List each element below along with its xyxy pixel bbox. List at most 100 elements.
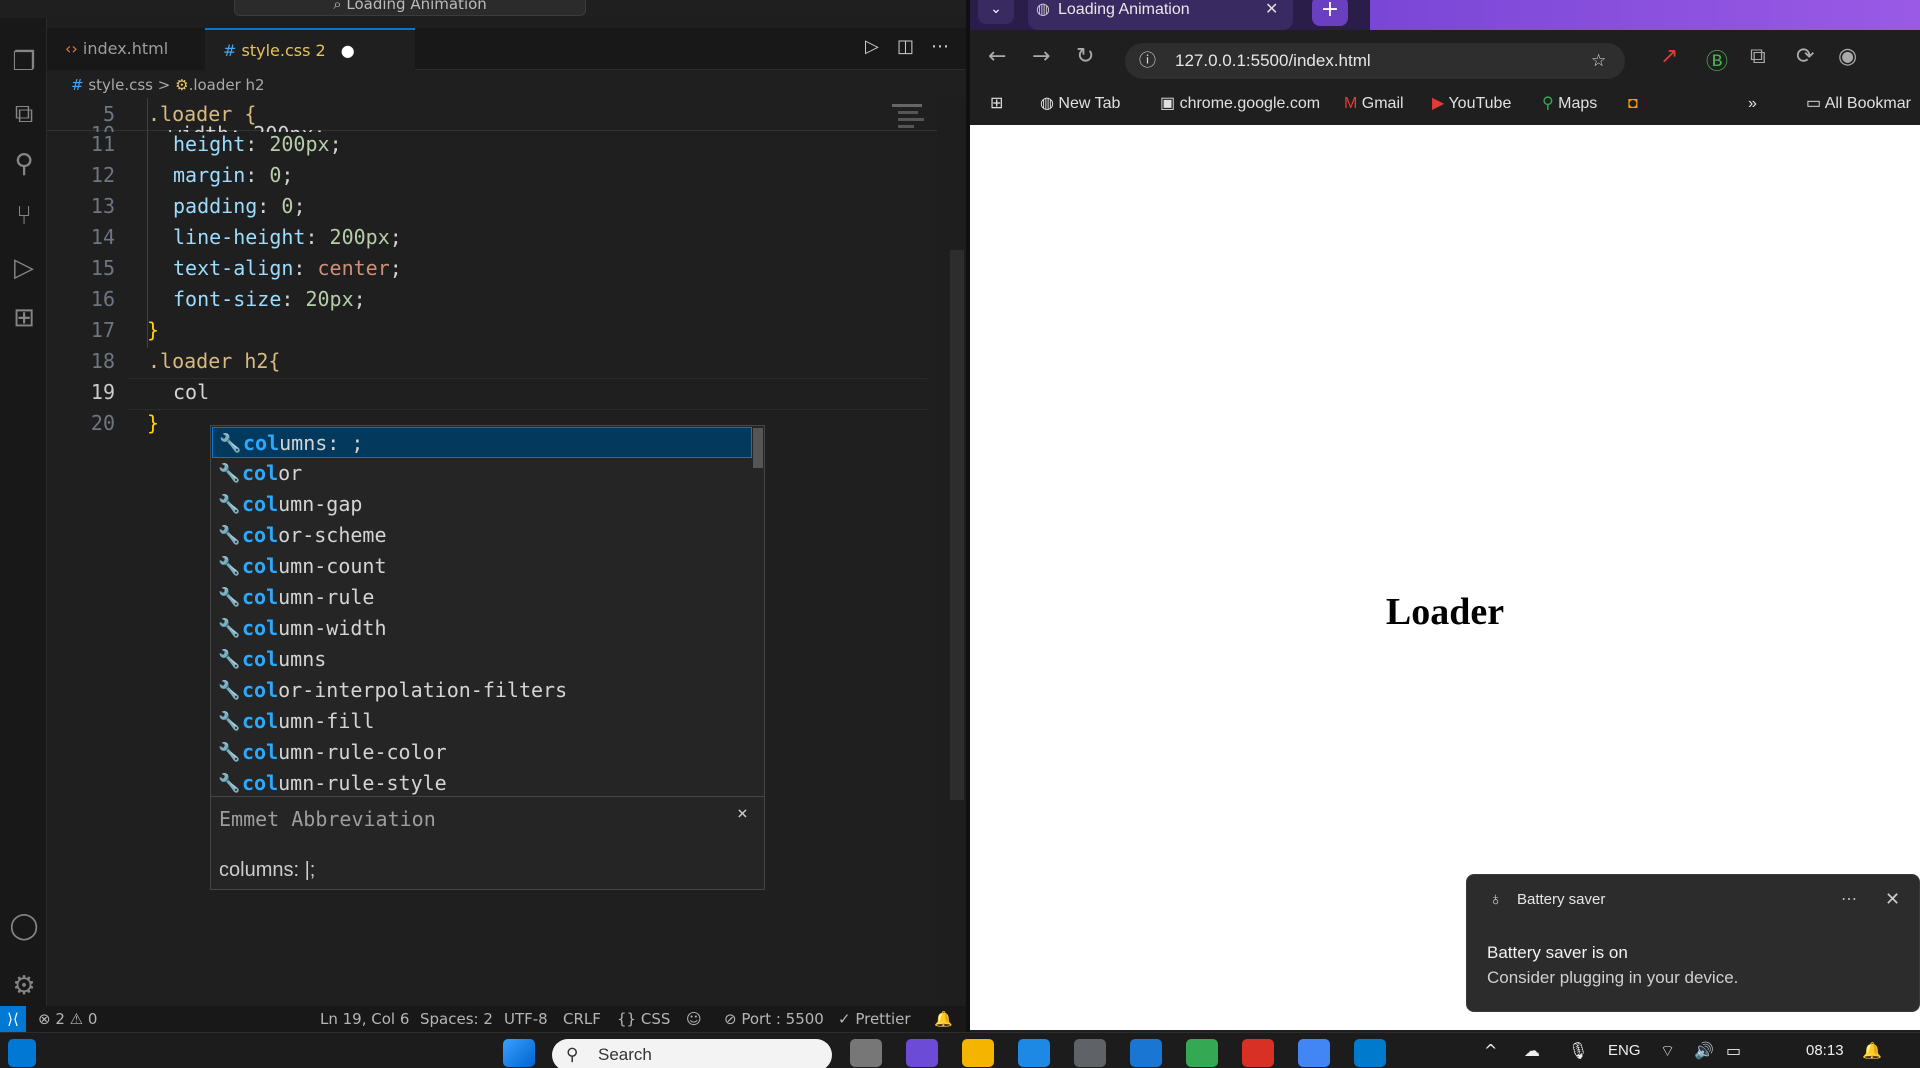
browser-tab-active[interactable]: ◍ Loading Animation ✕ xyxy=(1028,0,1293,30)
start-widget-icon[interactable] xyxy=(8,1039,36,1067)
task-view-icon[interactable] xyxy=(850,1039,882,1067)
remote-icon[interactable]: ⟩⟨ xyxy=(0,1006,26,1032)
suggestion-item[interactable]: 🔧 column-fill xyxy=(212,706,752,737)
language-indicator[interactable]: ENG xyxy=(1608,1042,1641,1059)
all-bookmarks-folder[interactable]: ▭ All Bookmar xyxy=(1806,86,1911,122)
detail-title: Emmet Abbreviation xyxy=(219,807,436,831)
editor-scrollbar[interactable] xyxy=(950,250,964,800)
settings-gear-icon[interactable]: ⚙ xyxy=(4,964,44,1008)
bookmark-maps[interactable]: ⚲ Maps xyxy=(1542,86,1597,122)
suggestion-item[interactable]: 🔧 columns xyxy=(212,644,752,675)
run-icon[interactable]: ▷ xyxy=(865,36,879,57)
split-editor-icon[interactable]: ◫ xyxy=(897,36,914,57)
mail-icon[interactable] xyxy=(1130,1039,1162,1067)
site-info-icon[interactable]: ⓘ xyxy=(1139,43,1156,79)
live-server-port[interactable]: ⊘ Port : 5500 xyxy=(724,1006,824,1032)
chrome-app-icon[interactable] xyxy=(1186,1039,1218,1067)
bookmark-extra-icon[interactable]: ◘ xyxy=(1628,86,1638,122)
toast-title: Battery saver xyxy=(1517,891,1606,908)
battery-icon[interactable]: ▭ xyxy=(1726,1041,1741,1060)
more-actions-icon[interactable]: ⋯ xyxy=(931,36,949,57)
extensions-icon[interactable]: ⊞ xyxy=(4,296,44,340)
suggestion-item[interactable]: 🔧 columns: ; xyxy=(212,427,752,458)
more-bookmarks-icon[interactable]: » xyxy=(1748,86,1757,122)
suggestion-item[interactable]: 🔧 column-rule xyxy=(212,582,752,613)
windows-start-icon[interactable] xyxy=(503,1039,535,1067)
code-line: margin: 0; xyxy=(173,163,294,187)
tray-chevron-icon[interactable]: ^ xyxy=(1484,1041,1497,1060)
code-line-current[interactable]: col xyxy=(173,380,209,404)
notification-bell-icon[interactable]: 🔔 xyxy=(1862,1041,1882,1060)
notifications-bell-icon[interactable]: 🔔 xyxy=(934,1006,953,1032)
eol-status[interactable]: CRLF xyxy=(563,1006,601,1032)
bookmark-new-tab[interactable]: ◍ New Tab xyxy=(1040,86,1120,122)
network-icon[interactable]: ☁ xyxy=(1524,1041,1540,1060)
extensions-puzzle-icon[interactable]: ⧉ xyxy=(1750,44,1766,69)
tab-index-html[interactable]: ‹› index.html xyxy=(47,28,205,70)
suggestion-item[interactable]: 🔧 color-scheme xyxy=(212,520,752,551)
close-icon[interactable]: ✕ xyxy=(1885,889,1900,910)
chrome-profile-icon[interactable] xyxy=(1298,1039,1330,1067)
indentation-status[interactable]: Spaces: 2 xyxy=(420,1006,493,1032)
command-center-search[interactable]: ⌕ Loading Animation xyxy=(234,0,586,16)
suggestion-label: color xyxy=(242,461,303,485)
cursor-position[interactable]: Ln 19, Col 6 xyxy=(320,1006,409,1032)
store-icon: ▣ xyxy=(1160,95,1180,112)
suggestion-item[interactable]: 🔧 column-rule-style xyxy=(212,768,752,796)
tab-style-css[interactable]: # style.css 2 ● xyxy=(205,28,415,70)
tab-search-chevron-icon[interactable]: ⌄ xyxy=(978,0,1014,24)
suggestion-item[interactable]: 🔧 color xyxy=(212,458,752,489)
explorer-icon[interactable]: ❐ xyxy=(4,40,44,84)
new-tab-button[interactable]: + xyxy=(1312,0,1348,26)
minimap[interactable] xyxy=(890,98,950,158)
suggestion-label: color-interpolation-filters xyxy=(242,678,568,702)
more-options-icon[interactable]: ⋯ xyxy=(1841,889,1857,909)
bookmark-youtube[interactable]: ▶ YouTube xyxy=(1432,86,1511,122)
address-bar[interactable]: ⓘ 127.0.0.1:5500/index.html ☆ xyxy=(1125,43,1625,79)
copilot-icon[interactable]: ☺ xyxy=(686,1006,702,1032)
prettier-status[interactable]: ✓ Prettier xyxy=(838,1006,911,1032)
language-mode[interactable]: {} CSS xyxy=(617,1006,670,1032)
reload-icon[interactable]: ↻ xyxy=(1076,44,1094,69)
suggest-scrollbar[interactable] xyxy=(753,428,763,468)
suggestion-item[interactable]: 🔧 column-rule-color xyxy=(212,737,752,768)
forward-arrow-icon[interactable]: → xyxy=(1032,44,1050,69)
teams-icon[interactable] xyxy=(906,1039,938,1067)
suggestion-item[interactable]: 🔧 column-width xyxy=(212,613,752,644)
unsaved-dot-icon[interactable]: ● xyxy=(341,41,355,60)
source-control-icon[interactable]: ⑂ xyxy=(4,194,44,238)
suggestion-item[interactable]: 🔧 column-gap xyxy=(212,489,752,520)
gmail-app-icon[interactable] xyxy=(1242,1039,1274,1067)
bookmark-chrome-google[interactable]: ▣ chrome.google.com xyxy=(1160,86,1320,122)
problems-status[interactable]: ⊗ 2 ⚠ 0 xyxy=(38,1006,97,1032)
apps-grid-icon[interactable]: ⊞ xyxy=(990,86,1003,122)
suggestion-item[interactable]: 🔧 column-count xyxy=(212,551,752,582)
edge-icon[interactable] xyxy=(1018,1039,1050,1067)
profile-sync-icon[interactable]: ⟳ xyxy=(1796,44,1814,69)
bookmarks-bar: ⊞ ◍ New Tab ▣ chrome.google.com M Gmail … xyxy=(970,86,1920,122)
suggestion-item[interactable]: 🔧 color-interpolation-filters xyxy=(212,675,752,706)
clock[interactable]: 08:13 xyxy=(1806,1042,1844,1059)
taskbar-search[interactable]: ⚲ Search xyxy=(552,1039,832,1068)
volume-icon[interactable]: 🔊 xyxy=(1694,1041,1714,1060)
file-explorer-icon[interactable] xyxy=(962,1039,994,1067)
run-debug-icon[interactable]: ▷ xyxy=(4,246,44,290)
wifi-icon[interactable]: ⌔ xyxy=(1660,1041,1675,1061)
extension-arrow-icon[interactable]: ↗ xyxy=(1660,44,1678,69)
close-icon[interactable]: × xyxy=(737,803,748,824)
code-line: text-align: center; xyxy=(173,256,402,280)
back-arrow-icon[interactable]: ← xyxy=(988,44,1006,69)
bookmark-star-icon[interactable]: ☆ xyxy=(1591,43,1606,79)
account-icon[interactable]: ◯ xyxy=(4,904,44,948)
store-icon[interactable] xyxy=(1074,1039,1106,1067)
files-icon[interactable]: ⧉ xyxy=(4,92,44,136)
line-number: 10 xyxy=(47,122,115,132)
encoding-status[interactable]: UTF-8 xyxy=(504,1006,548,1032)
bookmark-gmail[interactable]: M Gmail xyxy=(1344,86,1404,122)
close-tab-icon[interactable]: ✕ xyxy=(1265,0,1278,20)
search-icon[interactable]: ⚲ xyxy=(4,142,44,186)
extension-b-icon[interactable]: Ⓑ xyxy=(1706,44,1728,76)
vscode-app-icon[interactable] xyxy=(1354,1039,1386,1067)
avatar[interactable]: ◉ xyxy=(1838,44,1857,69)
microphone-icon[interactable]: 🎙 xyxy=(1568,1041,1588,1060)
